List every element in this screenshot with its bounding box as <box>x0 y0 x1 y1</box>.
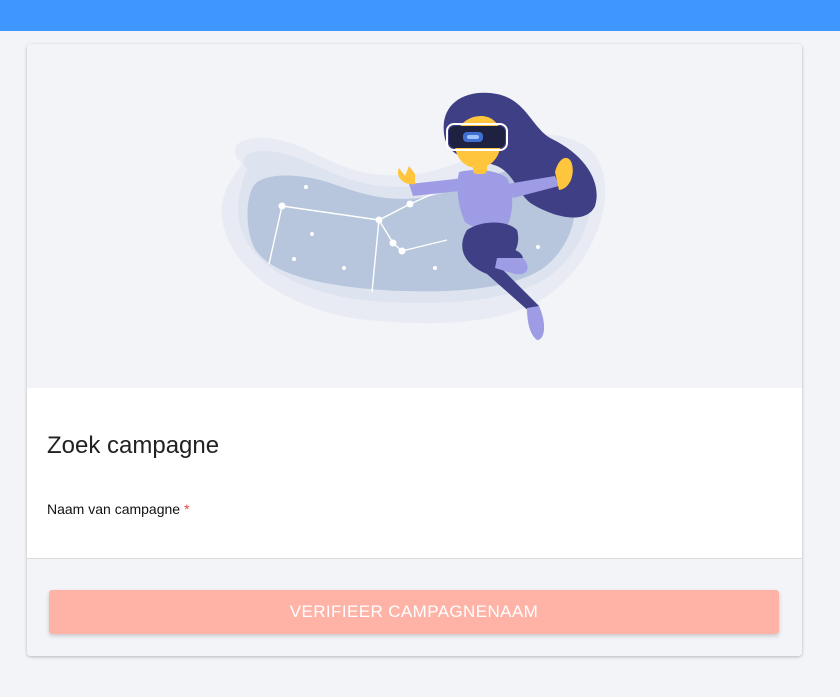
verify-campaign-name-button[interactable]: VERIFIEER CAMPAGNENAAM <box>49 590 779 634</box>
card-footer: VERIFIEER CAMPAGNENAAM <box>27 559 802 656</box>
page-title: Zoek campagne <box>47 432 220 459</box>
front-foot <box>527 306 545 340</box>
top-app-bar <box>0 0 840 31</box>
vr-lens-highlight <box>467 135 479 139</box>
torso <box>457 170 513 230</box>
search-campaign-card: Zoek campagne Naam van campagne * VERIFIE… <box>27 44 802 656</box>
campaign-name-input[interactable] <box>47 524 782 552</box>
campaign-name-label-text: Naam van campagne <box>47 501 181 517</box>
campaign-name-label: Naam van campagne * <box>47 501 190 517</box>
hero-illustration-panel <box>27 44 802 388</box>
vr-illustration <box>221 92 606 340</box>
required-marker: * <box>184 501 190 517</box>
